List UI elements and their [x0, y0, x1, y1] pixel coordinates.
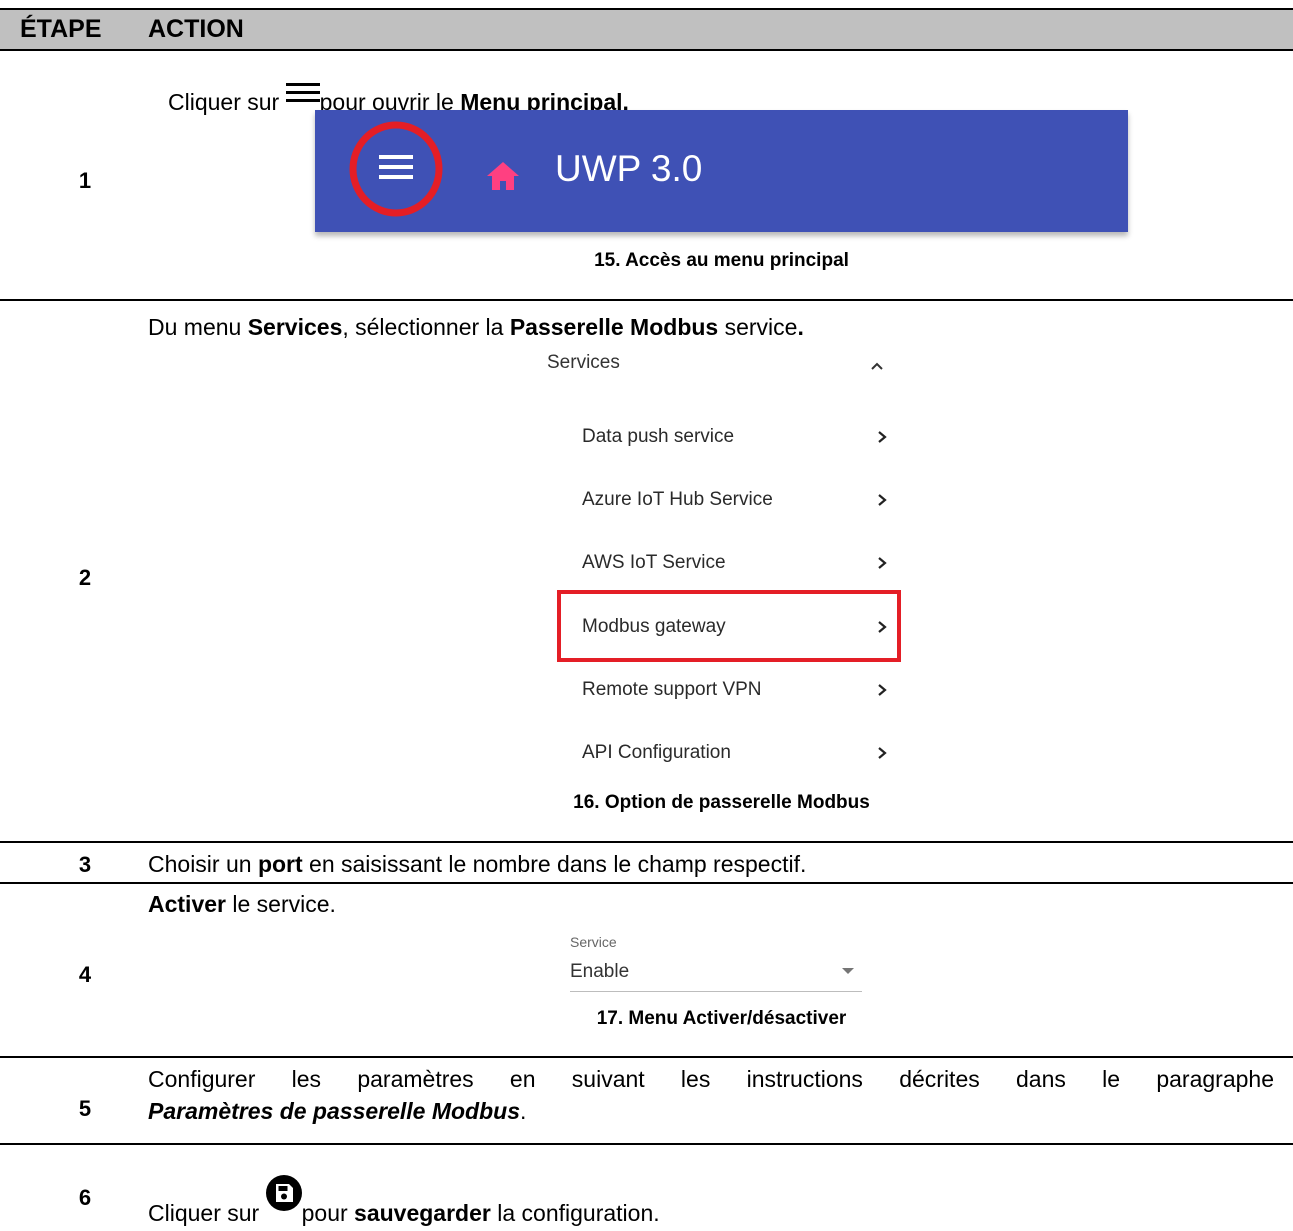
figure-caption-16: 16. Option de passerelle Modbus: [573, 792, 870, 813]
step-6-bold: sauvegarder: [354, 1200, 491, 1226]
row-divider-2: [0, 841, 1293, 843]
step-4-instruction: Activer le service.: [148, 891, 336, 918]
row-divider-5: [0, 1143, 1293, 1145]
home-icon[interactable]: [485, 160, 521, 192]
step-5-period: .: [520, 1098, 527, 1124]
chevron-right-icon: [878, 684, 887, 696]
row-divider-3: [0, 882, 1293, 884]
menu-item-remote-vpn[interactable]: Remote support VPN: [582, 679, 762, 701]
step-number-1: 1: [78, 168, 92, 193]
step-2-bold-services: Services: [247, 314, 343, 340]
step-2-text-mid: , sélectionner la: [342, 314, 510, 340]
step-2-text-post: service: [718, 314, 798, 340]
step-5-line-1: Configurer les paramètres en suivant les…: [148, 1066, 1274, 1092]
step-4-text-post: le service.: [225, 891, 336, 917]
service-dropdown[interactable]: Enable: [570, 961, 629, 983]
step-2-text: Du menu: [148, 314, 248, 340]
hamburger-menu-icon[interactable]: [346, 117, 446, 217]
row-divider-4: [0, 1056, 1293, 1058]
uwp-header-bar: UWP 3.0: [315, 110, 1128, 232]
app-title: UWP 3.0: [555, 148, 703, 189]
figure-caption-15: 15. Accès au menu principal: [594, 250, 849, 271]
step-number-2: 2: [78, 565, 92, 590]
dropdown-arrow-icon[interactable]: [842, 968, 854, 974]
hamburger-menu-icon: [285, 83, 320, 102]
step-number-3: 3: [78, 852, 92, 877]
step-number-5: 5: [78, 1096, 92, 1121]
step-3-text: Choisir un: [148, 851, 258, 877]
service-dropdown-label: Service: [570, 934, 617, 950]
chevron-right-icon: [878, 747, 887, 759]
step-2-instruction: Du menu Services, sélectionner la Passer…: [148, 314, 804, 341]
step-6-text: Cliquer sur: [148, 1200, 266, 1226]
step-4-bold: Activer: [148, 891, 226, 917]
step-5-line-2: Paramètres de passerelle Modbus.: [148, 1098, 526, 1125]
step-2-bold-passerelle: Passerelle Modbus: [509, 314, 719, 340]
chevron-up-icon[interactable]: [870, 361, 884, 371]
table-top-border: [0, 8, 1293, 10]
step-5-bold-italic: Paramètres de passerelle Modbus: [148, 1098, 520, 1124]
header-action: ACTION: [148, 15, 244, 43]
step-3-instruction: Choisir un port en saisissant le nombre …: [148, 851, 806, 878]
step-1-text: Cliquer sur: [168, 89, 286, 115]
step-3-text-post: en saisissant le nombre dans le champ re…: [302, 851, 807, 877]
menu-item-azure-iot[interactable]: Azure IoT Hub Service: [582, 489, 773, 511]
menu-item-data-push[interactable]: Data push service: [582, 426, 734, 448]
step-6-text-post: la configuration.: [490, 1200, 660, 1226]
chevron-right-icon: [878, 557, 887, 569]
step-2-period: .: [797, 314, 804, 340]
chevron-right-icon: [878, 431, 887, 443]
row-divider-1: [0, 299, 1293, 301]
step-6-instruction: Cliquer sur pour sauvegarder la configur…: [148, 1175, 660, 1231]
services-menu-title[interactable]: Services: [547, 352, 620, 374]
save-icon: [265, 1175, 302, 1211]
header-step: ÉTAPE: [20, 15, 102, 43]
dropdown-underline: [570, 991, 862, 992]
menu-item-modbus-gateway[interactable]: Modbus gateway: [582, 616, 726, 638]
step-number-6: 6: [78, 1185, 92, 1210]
step-3-bold: port: [257, 851, 303, 877]
figure-caption-17: 17. Menu Activer/désactiver: [596, 1008, 847, 1029]
chevron-right-icon: [878, 621, 887, 633]
step-number-4: 4: [78, 962, 92, 987]
header-bottom-border: [0, 49, 1293, 51]
chevron-right-icon: [878, 494, 887, 506]
menu-item-api-config[interactable]: API Configuration: [582, 742, 731, 764]
menu-item-aws-iot[interactable]: AWS IoT Service: [582, 552, 726, 574]
step-6-text-mid: pour: [301, 1200, 355, 1226]
